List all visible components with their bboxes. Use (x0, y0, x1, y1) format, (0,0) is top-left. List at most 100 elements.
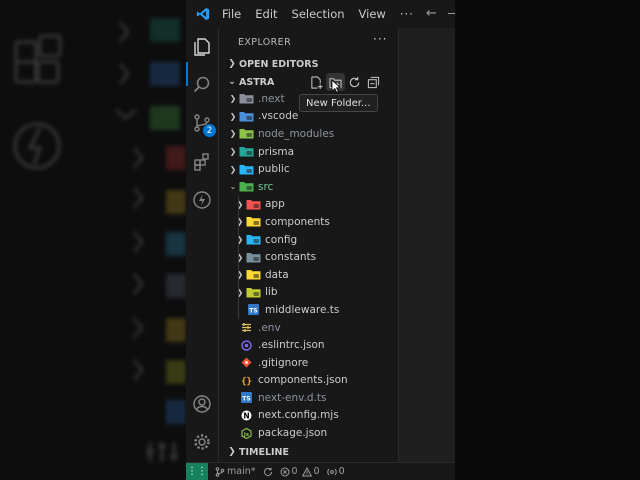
tree-item-label: prisma (258, 145, 295, 158)
tree-item-label: components.json (258, 374, 348, 387)
menu-edit[interactable]: Edit (255, 7, 277, 21)
tree-folder[interactable]: ❯ node_modules (219, 125, 399, 143)
chevron-right-icon: ❯ (229, 164, 237, 174)
sync-icon[interactable] (263, 467, 273, 477)
tree-folder[interactable]: ❯ prisma (219, 143, 399, 161)
tree-file[interactable]: TS next-env.d.ts (219, 389, 399, 407)
explorer-title: EXPLORER (238, 37, 292, 48)
activity-bar: 2 (186, 28, 218, 462)
ports-status[interactable]: 0 (326, 466, 345, 477)
tree-folder[interactable]: ❯ public (219, 160, 399, 178)
tree-item-label: .gitignore (258, 356, 309, 369)
folder-icon (239, 128, 254, 139)
new-file-icon[interactable] (307, 73, 326, 91)
refresh-icon[interactable] (345, 73, 364, 91)
folder-icon (246, 252, 261, 263)
menu-more[interactable]: ··· (400, 7, 414, 21)
chevron-right-icon: ❯ (229, 111, 237, 121)
tree-item-label: node_modules (258, 127, 335, 140)
svg-text:N: N (243, 411, 249, 420)
folder-icon (246, 234, 261, 245)
source-control-badge: 2 (203, 124, 216, 137)
timeline-label: TIMELINE (239, 446, 289, 458)
env-file-icon (239, 322, 254, 333)
active-view-indicator (186, 62, 188, 86)
ports-count: 0 (338, 466, 345, 477)
menu-view[interactable]: View (359, 7, 386, 21)
tree-folder[interactable]: ❯ lib (219, 284, 399, 302)
tree-item-label: components (265, 215, 330, 228)
tree-file[interactable]: .gitignore (219, 354, 399, 372)
chevron-down-icon: ⌄ (229, 182, 237, 192)
settings-gear-icon[interactable] (190, 430, 214, 454)
editor-area[interactable] (398, 28, 455, 462)
tree-folder[interactable]: ❯ data (219, 266, 399, 284)
tree-file[interactable]: .env (219, 319, 399, 337)
chevron-right-icon: ❯ (229, 94, 237, 104)
tree-item-label: constants (265, 251, 317, 264)
folder-icon (239, 146, 254, 157)
tree-item-label: .eslintrc.json (258, 339, 325, 352)
account-icon[interactable] (190, 392, 214, 416)
tree-item-label: package.json (258, 427, 328, 440)
problems-status[interactable]: 0 0 (280, 466, 320, 477)
search-icon[interactable] (190, 73, 214, 97)
tree-folder[interactable]: ❯ app (219, 196, 399, 214)
background-right (455, 0, 640, 480)
tree-item-label: .vscode (258, 110, 299, 123)
tree-file[interactable]: TS middleware.ts (219, 301, 399, 319)
explorer-actions (307, 73, 383, 91)
svg-text:TS: TS (242, 396, 250, 403)
chevron-right-icon: ❯ (236, 252, 244, 262)
tree-file[interactable]: js package.json (219, 424, 399, 442)
explorer-sidebar: EXPLORER ··· ❯ OPEN EDITORS ⌄ ASTRA New … (218, 28, 398, 462)
branch-name: main* (227, 466, 256, 477)
chevron-right-icon: ❯ (229, 147, 237, 157)
node-file-icon: js (239, 427, 254, 439)
explorer-more-button[interactable]: ··· (373, 32, 387, 46)
collapse-all-icon[interactable] (364, 73, 383, 91)
folder-icon (239, 111, 254, 122)
folder-icon (246, 216, 261, 227)
status-bar: ⋮⋮ main* 0 0 0 (186, 462, 455, 480)
chevron-right-icon: ❯ (236, 287, 244, 297)
branch-icon (215, 466, 225, 477)
chevron-right-icon: ❯ (236, 235, 244, 245)
folder-icon (246, 287, 261, 298)
tree-file[interactable]: .eslintrc.json (219, 336, 399, 354)
branch-status[interactable]: main* (215, 466, 256, 477)
new-folder-tooltip: New Folder... (299, 94, 378, 112)
tree-item-label: app (265, 198, 285, 211)
tree-item-label: data (265, 268, 289, 281)
tree-folder[interactable]: ❯ config (219, 231, 399, 249)
tree-folder[interactable]: ❯ constants (219, 248, 399, 266)
background-left (0, 0, 186, 480)
open-editors-section[interactable]: ❯ OPEN EDITORS (219, 55, 399, 73)
git-file-icon (239, 357, 254, 368)
lightning-icon[interactable] (190, 188, 214, 212)
tree-item-label: public (258, 163, 290, 176)
tree-folder[interactable]: ⌄ src (219, 178, 399, 196)
explorer-icon[interactable] (190, 35, 214, 59)
extensions-icon[interactable] (190, 150, 214, 174)
tree-file[interactable]: Nnext.config.mjs (219, 407, 399, 425)
file-tree: ❯ .next ❯ .vscode ❯ node_modules ❯ prisma ❯ publi… (219, 90, 399, 442)
indent-guide (238, 195, 239, 319)
chevron-right-icon: ❯ (236, 199, 244, 209)
tree-folder[interactable]: ❯ components (219, 213, 399, 231)
minimize-icon[interactable] (448, 13, 455, 14)
svg-text:js: js (243, 432, 250, 438)
menu-selection[interactable]: Selection (292, 7, 345, 21)
tree-item-label: lib (265, 286, 278, 299)
blurred-background-content (0, 0, 186, 480)
folder-icon (246, 269, 261, 280)
remote-indicator-icon[interactable]: ⋮⋮ (186, 462, 208, 480)
mouse-pointer-icon (331, 79, 341, 93)
back-arrow-icon[interactable]: ← (426, 6, 437, 21)
timeline-section[interactable]: ❯ TIMELINE (219, 443, 399, 461)
vscode-logo-icon (192, 3, 214, 25)
menu-file[interactable]: File (222, 7, 241, 21)
tree-file[interactable]: {} components.json (219, 372, 399, 390)
title-bar: File Edit Selection View ··· ← (186, 0, 455, 28)
chevron-right-icon: ❯ (236, 217, 244, 227)
